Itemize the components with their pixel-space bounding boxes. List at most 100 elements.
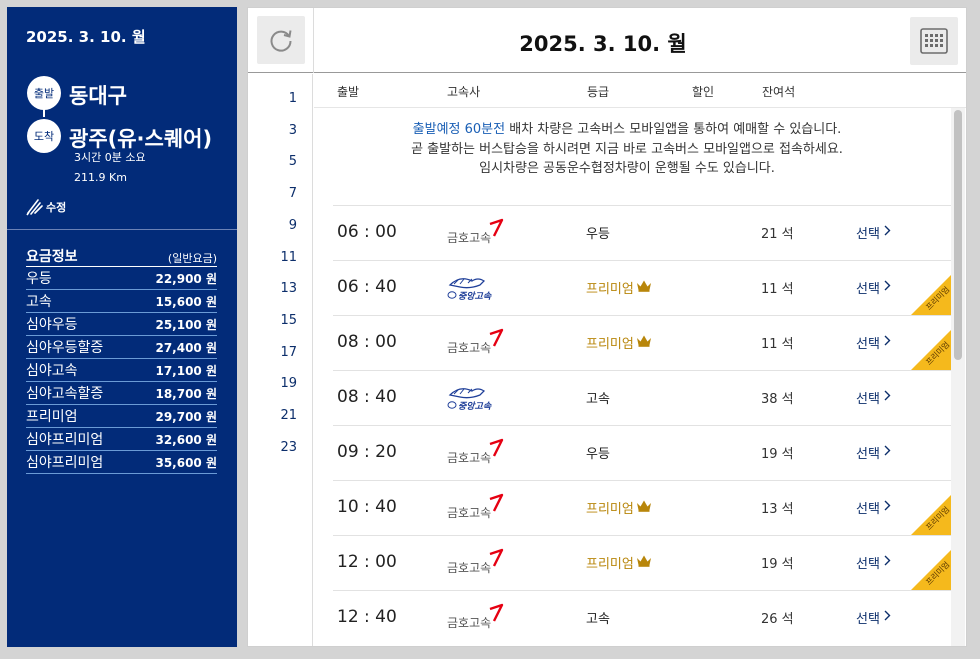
- route-connector-line: [43, 103, 45, 117]
- arrival-badge: 도착: [27, 119, 61, 153]
- col-company: 고속사: [447, 85, 481, 99]
- fare-price: 32,600 원: [155, 432, 217, 447]
- chevron-right-icon: [884, 225, 891, 240]
- fare-row: 프리미엄 29,700 원: [26, 405, 217, 428]
- schedule-row[interactable]: 10 : 40 금호고속 프리미엄 13 석 선택 프리미엄: [333, 480, 951, 535]
- notice-line1: 배차 차량은 고속버스 모바일앱을 통하여 예매할 수 있습니다.: [505, 122, 842, 137]
- chevron-right-icon: [884, 390, 891, 405]
- travel-date: 2025. 3. 10. 월: [26, 28, 146, 46]
- hour-link[interactable]: 7: [248, 183, 313, 205]
- scrollbar-thumb[interactable]: [954, 110, 962, 360]
- select-button[interactable]: 선택: [856, 553, 891, 572]
- grade-label: 프리미엄: [586, 502, 634, 517]
- fare-name: 심야우등할증: [26, 340, 104, 356]
- kumho-logo: 금호고속: [446, 548, 510, 578]
- remaining-seats: 19 석: [761, 447, 794, 462]
- grade-label: 우등: [586, 227, 610, 242]
- crown-icon: [636, 499, 652, 516]
- trip-duration: 3시간 0분 소요: [74, 151, 146, 164]
- schedule-row[interactable]: 06 : 00 금호고속 우등 21 석 선택: [333, 205, 951, 260]
- select-button[interactable]: 선택: [856, 498, 891, 517]
- fare-name: 프리미엄: [26, 409, 78, 425]
- select-label: 선택: [856, 557, 880, 572]
- notice-text: 출발예정 60분전 배차 차량은 고속버스 모바일앱을 통하여 예매할 수 있습…: [314, 120, 940, 179]
- kumho-logo: 금호고속: [446, 493, 510, 523]
- fare-table: 요금정보 (일반요금) 우등 22,900 원 고속 15,600 원 심야우등 25,1…: [26, 239, 217, 474]
- remaining-seats: 26 석: [761, 612, 794, 627]
- hour-link[interactable]: 13: [248, 278, 313, 300]
- hour-link[interactable]: 23: [248, 437, 313, 459]
- fare-name: 심야고속할증: [26, 386, 104, 402]
- fare-price: 29,700 원: [155, 409, 217, 424]
- departure-time: 10 : 40: [337, 497, 397, 517]
- premium-ribbon: 프리미엄: [911, 275, 951, 315]
- kumho-logo: 금호고속: [446, 438, 510, 468]
- grade-label: 고속: [586, 612, 610, 627]
- schedule-row[interactable]: 06 : 40 중앙고속 프리미엄 11 석 선택 프리미엄: [333, 260, 951, 315]
- departure-time: 06 : 00: [337, 222, 397, 242]
- select-label: 선택: [856, 337, 880, 352]
- select-button[interactable]: 선택: [856, 608, 891, 627]
- hour-link[interactable]: 11: [248, 247, 313, 269]
- fare-price: 17,100 원: [155, 363, 217, 378]
- col-discount: 할인: [692, 85, 715, 99]
- bus-grade: 고속: [586, 388, 610, 407]
- fare-subtitle: (일반요금): [167, 252, 217, 265]
- fare-name: 우등: [26, 271, 52, 287]
- calendar-button[interactable]: [910, 17, 958, 65]
- hour-link[interactable]: 9: [248, 215, 313, 237]
- hour-link[interactable]: 21: [248, 405, 313, 427]
- hour-link[interactable]: 1: [248, 88, 313, 110]
- svg-text:금호고속: 금호고속: [447, 341, 491, 355]
- select-button[interactable]: 선택: [856, 388, 891, 407]
- schedule-row[interactable]: 12 : 40 금호고속 고속 26 석 선택: [333, 590, 951, 645]
- kumho-logo: 금호고속: [446, 218, 510, 248]
- select-button[interactable]: 선택: [856, 443, 891, 462]
- premium-ribbon: 프리미엄: [911, 495, 951, 535]
- edit-label: 수정: [46, 200, 67, 214]
- select-label: 선택: [856, 447, 880, 462]
- select-label: 선택: [856, 282, 880, 297]
- schedule-row[interactable]: 09 : 20 금호고속 우등 19 석 선택: [333, 425, 951, 480]
- fare-row: 심야우등할증 27,400 원: [26, 336, 217, 359]
- fare-name: 심야프리미엄: [26, 455, 104, 471]
- bus-grade: 프리미엄: [586, 553, 652, 572]
- fare-title: 요금정보: [26, 249, 78, 265]
- departure-time: 08 : 40: [337, 387, 397, 407]
- select-label: 선택: [856, 612, 880, 627]
- hour-link[interactable]: 5: [248, 151, 313, 173]
- scrollbar[interactable]: [951, 108, 965, 646]
- kumho-logo: 금호고속: [446, 328, 510, 358]
- trip-distance: 211.9 Km: [74, 171, 127, 184]
- hour-link[interactable]: 3: [248, 120, 313, 142]
- fare-name: 심야우등: [26, 317, 78, 333]
- notice-line2: 곧 출발하는 버스탑승을 하시려면 지금 바로 고속버스 모바일앱으로 접속하세…: [411, 141, 843, 157]
- edit-route-button[interactable]: 수정: [26, 197, 66, 216]
- route-info-panel: 2025. 3. 10. 월 출발 동대구 도착 광주(유·스퀘어) 3시간 0…: [7, 7, 237, 647]
- hour-link[interactable]: 19: [248, 373, 313, 395]
- date-header: 2025. 3. 10. 월: [248, 8, 966, 73]
- hour-link[interactable]: 17: [248, 342, 313, 364]
- departure-time: 08 : 00: [337, 332, 397, 352]
- fare-row: 심야프리미엄 35,600 원: [26, 451, 217, 474]
- schedule-row[interactable]: 08 : 00 금호고속 프리미엄 11 석 선택 프리미엄: [333, 315, 951, 370]
- hour-link[interactable]: 15: [248, 310, 313, 332]
- remaining-seats: 38 석: [761, 392, 794, 407]
- select-button[interactable]: 선택: [856, 333, 891, 352]
- fare-price: 27,400 원: [155, 340, 217, 355]
- crown-icon: [636, 279, 652, 296]
- chevron-right-icon: [884, 280, 891, 295]
- schedule-row[interactable]: 12 : 00 금호고속 프리미엄 19 석 선택 프리미엄: [333, 535, 951, 590]
- select-label: 선택: [856, 392, 880, 407]
- select-button[interactable]: 선택: [856, 278, 891, 297]
- notice-highlight: 출발예정 60분전: [412, 122, 506, 137]
- fare-row: 심야프리미엄 32,600 원: [26, 428, 217, 451]
- svg-text:금호고속: 금호고속: [447, 451, 491, 465]
- schedule-row[interactable]: 08 : 40 중앙고속 고속 38 석 선택: [333, 370, 951, 425]
- refresh-button[interactable]: [257, 16, 305, 64]
- fare-name: 심야프리미엄: [26, 432, 104, 448]
- chevron-right-icon: [884, 555, 891, 570]
- panel-divider: [7, 229, 237, 230]
- select-button[interactable]: 선택: [856, 223, 891, 242]
- fare-name: 심야고속: [26, 363, 78, 379]
